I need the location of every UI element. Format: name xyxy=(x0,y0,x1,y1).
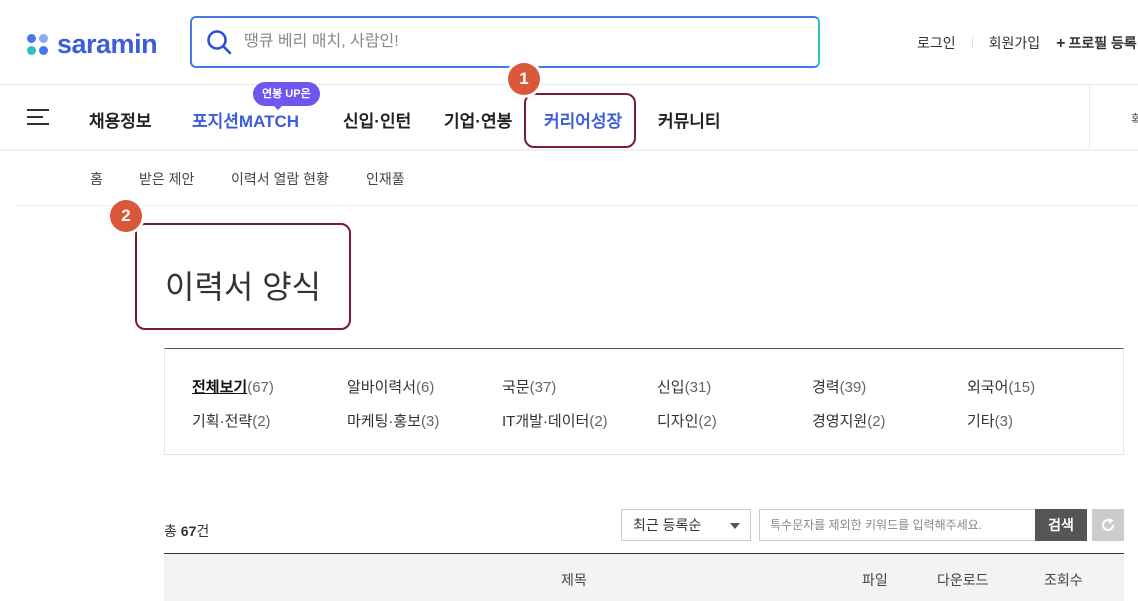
hamburger-menu-icon[interactable] xyxy=(27,109,49,127)
sort-selected-value: 최근 등록순 xyxy=(633,517,702,533)
category-name: 신입 xyxy=(657,379,685,396)
annotation-marker-1: 1 xyxy=(508,63,540,95)
total-number: 67 xyxy=(180,523,197,539)
category-planning[interactable]: 기획·전략(2) xyxy=(192,410,271,431)
category-count: (6) xyxy=(416,379,435,396)
category-name: 마케팅·홍보 xyxy=(347,413,421,430)
category-count: (67) xyxy=(247,379,274,396)
category-parttime[interactable]: 알바이력서(6) xyxy=(347,376,434,397)
category-count: (37) xyxy=(529,379,557,396)
category-count: (2) xyxy=(589,413,608,430)
category-etc[interactable]: 기타(3) xyxy=(967,410,1013,431)
reset-button[interactable] xyxy=(1092,509,1124,541)
total-prefix: 총 xyxy=(164,523,181,539)
plus-icon: + xyxy=(1056,35,1066,52)
category-name: 기타 xyxy=(967,413,995,430)
nav-community[interactable]: 커뮤니티 xyxy=(658,107,721,132)
category-name: 기획·전략 xyxy=(192,413,253,430)
category-count: (3) xyxy=(994,413,1013,430)
annotation-marker-2: 2 xyxy=(110,200,142,232)
top-links: 로그인 회원가입 + 프로필 등록 xyxy=(917,33,1137,53)
category-it-data[interactable]: IT개발·데이터(2) xyxy=(502,410,608,431)
category-count: (39) xyxy=(839,379,867,396)
keyword-search-input[interactable] xyxy=(759,509,1037,541)
column-file: 파일 xyxy=(862,572,888,588)
column-views: 조회수 xyxy=(1044,572,1083,588)
category-name: 알바이력서 xyxy=(347,379,417,396)
subnav-home[interactable]: 홈 xyxy=(90,169,103,189)
site-header: saramin 로그인 회원가입 +프로필 등록 xyxy=(0,0,1138,85)
divider xyxy=(1089,85,1090,149)
category-count: (2) xyxy=(698,413,717,430)
logo-dots-icon xyxy=(27,33,49,56)
saramin-logo[interactable]: saramin xyxy=(27,29,158,60)
nav-position-match[interactable]: 포지션MATCH xyxy=(192,107,299,132)
category-name: IT개발·데이터 xyxy=(502,413,590,430)
divider xyxy=(971,37,973,49)
nav-company-salary[interactable]: 기업·연봉 xyxy=(444,107,512,132)
nav-jobs[interactable]: 채용정보 xyxy=(89,107,152,132)
category-filter-box: 전체보기(67) 알바이력서(6) 국문(37) 신입(31) 경력(39) 외… xyxy=(164,348,1124,455)
main-search-box[interactable] xyxy=(190,16,820,68)
annotation-highlight-1 xyxy=(524,93,636,148)
category-name: 경영지원 xyxy=(812,413,868,430)
total-suffix: 건 xyxy=(196,523,210,539)
column-downloads: 다운로드 xyxy=(937,572,989,588)
table-header: 제목 파일 다운로드 조회수 xyxy=(164,553,1124,601)
keyword-search-button[interactable]: 검색 xyxy=(1035,509,1087,541)
category-experienced[interactable]: 경력(39) xyxy=(812,376,866,397)
nav-newcomer-intern[interactable]: 신입·인턴 xyxy=(343,107,411,132)
subnav-received-offers[interactable]: 받은 제안 xyxy=(139,169,194,189)
refresh-icon xyxy=(1102,518,1115,531)
category-name: 외국어 xyxy=(967,379,1009,396)
category-newcomer[interactable]: 신입(31) xyxy=(657,376,711,397)
sort-select[interactable]: 최근 등록순 xyxy=(621,509,751,541)
column-title: 제목 xyxy=(561,572,587,588)
login-link[interactable]: 로그인 xyxy=(917,33,956,53)
profile-register-link[interactable]: + 프로필 등록 xyxy=(1056,33,1137,53)
subnav-resume-views[interactable]: 이력서 열람 현황 xyxy=(231,169,329,189)
category-design[interactable]: 디자인(2) xyxy=(657,410,717,431)
gnb-right-text[interactable]: 확 xyxy=(1131,109,1138,128)
logo-text: saramin xyxy=(57,29,158,59)
category-count: (2) xyxy=(252,413,271,430)
total-count: 총 67건 xyxy=(164,521,209,541)
chevron-down-icon xyxy=(730,523,740,529)
profile-register-label: 프로필 등록 xyxy=(1068,35,1137,51)
search-icon[interactable] xyxy=(206,29,232,55)
signup-link[interactable]: 회원가입 xyxy=(989,33,1041,53)
category-count: (3) xyxy=(421,413,440,430)
category-count: (31) xyxy=(684,379,712,396)
category-management[interactable]: 경영지원(2) xyxy=(812,410,886,431)
salary-up-badge: 연봉 UP은 xyxy=(253,82,320,110)
category-marketing[interactable]: 마케팅·홍보(3) xyxy=(347,410,439,431)
category-name: 경력 xyxy=(812,379,840,396)
category-korean[interactable]: 국문(37) xyxy=(502,376,556,397)
category-count: (2) xyxy=(867,413,886,430)
category-count: (15) xyxy=(1008,379,1036,396)
category-all[interactable]: 전체보기(67) xyxy=(192,376,274,397)
category-name: 전체보기 xyxy=(192,379,248,396)
category-name: 디자인 xyxy=(657,413,699,430)
main-search-input[interactable] xyxy=(244,33,784,51)
category-name: 국문 xyxy=(502,379,530,396)
category-foreign-language[interactable]: 외국어(15) xyxy=(967,376,1035,397)
sub-nav: 홈 받은 제안 이력서 열람 현황 인재풀 xyxy=(14,151,1138,206)
subnav-talent-pool[interactable]: 인재풀 xyxy=(366,169,405,189)
annotation-highlight-2 xyxy=(135,223,351,330)
